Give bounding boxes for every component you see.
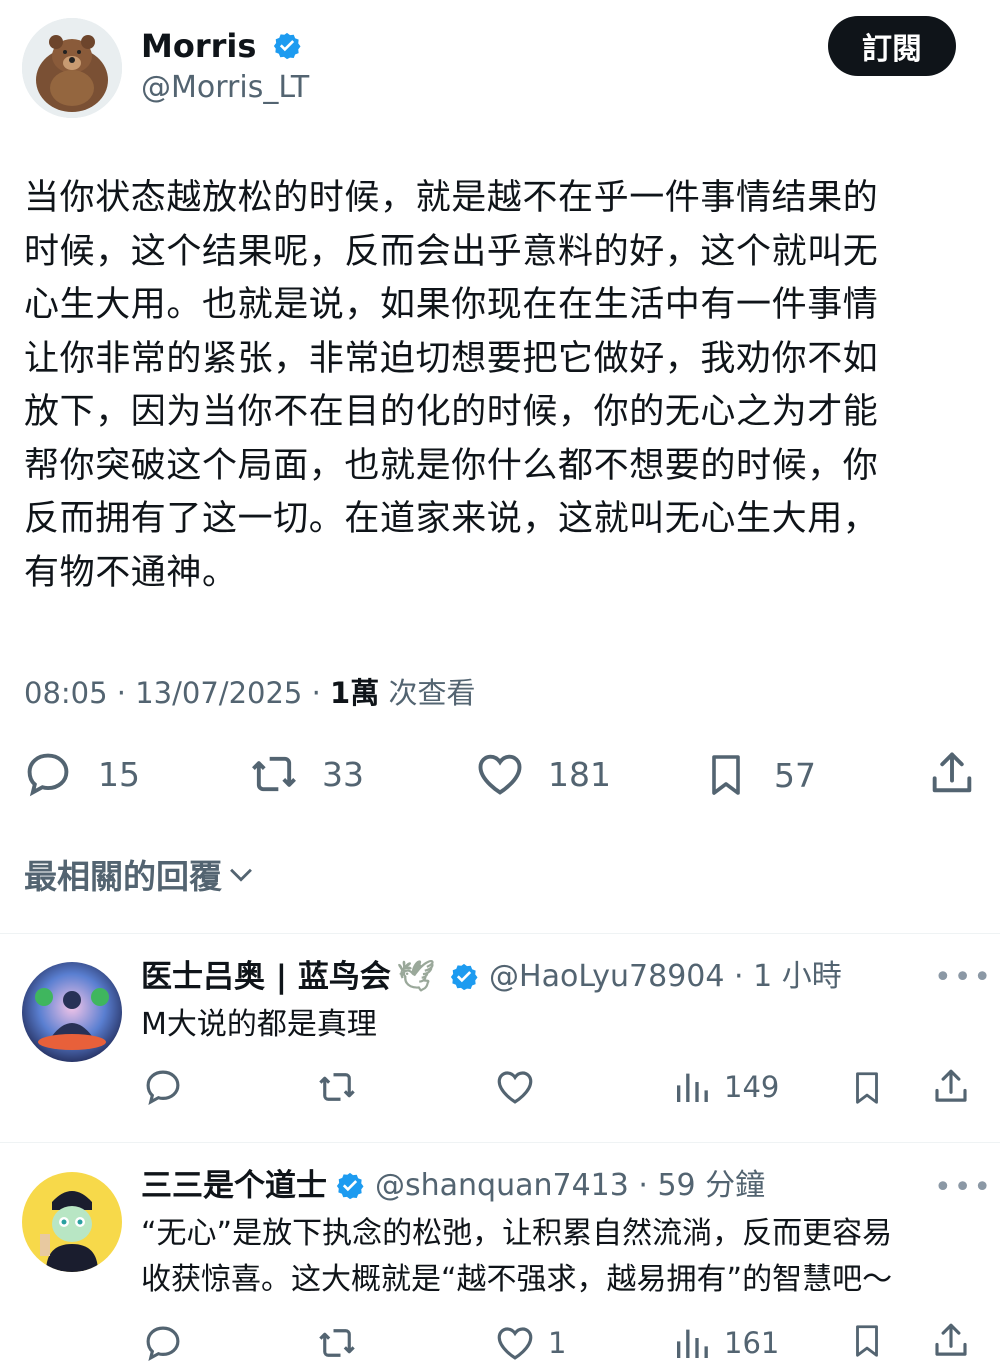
- repost-icon: [319, 1073, 355, 1101]
- post-time[interactable]: 08:05: [24, 676, 108, 710]
- reply-time[interactable]: 1 小時: [753, 957, 842, 997]
- bear-avatar-icon: [22, 18, 122, 118]
- bookmark-icon: [856, 1072, 878, 1104]
- post-meta: 08:05 · 13/07/2025 · 1萬 次查看: [24, 670, 475, 712]
- reply-text-line: “无心”是放下执念的松弛，让积累自然流淌，反而更容易: [141, 1216, 893, 1251]
- share-icon: [932, 752, 972, 793]
- share-icon: [935, 1069, 967, 1102]
- bookmark-icon: [856, 1325, 878, 1357]
- reply-text: “无心”是放下执念的松弛，让积累自然流淌，反而更容易 收获惊喜。这大概就是“越不…: [141, 1211, 991, 1303]
- reply-header: 三三是个道士 @shanquan7413 · 59 分鐘: [141, 1166, 765, 1206]
- taoist-cartoon-avatar-icon: [22, 1172, 122, 1272]
- more-options-icon[interactable]: •••: [934, 1170, 993, 1205]
- repost-icon: [319, 1329, 355, 1357]
- reply-views-button[interactable]: 161: [672, 1322, 779, 1364]
- like-count: 181: [548, 754, 611, 794]
- replies-filter-dropdown[interactable]: 最相關的回覆: [24, 850, 258, 898]
- bookmark-icon: [712, 755, 740, 795]
- post-line: 时候，这个结果呢，反而会出乎意料的好，这个就叫无: [24, 231, 879, 272]
- views-chart-icon: [677, 1073, 708, 1102]
- reply-count: 15: [98, 754, 140, 794]
- post-line: 反而拥有了这一切。在道家来说，这就叫无心生大用，: [24, 499, 879, 539]
- reply-bookmark-button[interactable]: [848, 1066, 886, 1110]
- reply-author-name[interactable]: 三三是个道士: [141, 1166, 327, 1206]
- meta-separator: ·: [628, 1168, 658, 1203]
- more-options-icon[interactable]: •••: [934, 960, 993, 995]
- meta-separator: ·: [116, 676, 136, 710]
- reply-like-button[interactable]: [494, 1066, 536, 1108]
- replies-filter-label: 最相關的回覆: [24, 857, 222, 896]
- reply-like-count: 1: [548, 1326, 567, 1360]
- post-line: 放下，因为当你不在目的化的时候，你的无心之为才能: [24, 392, 879, 432]
- reply-text: M大说的都是真理: [141, 1002, 377, 1048]
- chevron-down-icon: [230, 868, 252, 882]
- meta-separator: ·: [311, 676, 331, 710]
- bookmark-count: 57: [774, 755, 816, 795]
- divider: [0, 1142, 1000, 1143]
- reply-button[interactable]: 15: [22, 748, 140, 800]
- meditating-figure-avatar-icon: [22, 962, 122, 1062]
- reply-text-line: 收获惊喜。这大概就是“越不强求，越易拥有”的智慧吧～: [141, 1262, 893, 1297]
- reply-like-button[interactable]: 1: [494, 1322, 566, 1364]
- post-line: 让你非常的紧张，非常迫切想要把它做好，我劝你不如: [24, 338, 879, 379]
- reply-bubble-icon: [146, 1326, 180, 1361]
- post-line: 帮你突破这个局面，也就是你什么都不想要的时候，你: [24, 445, 879, 486]
- share-icon: [935, 1323, 967, 1356]
- like-button[interactable]: 181: [474, 748, 611, 800]
- reply-bubble-icon: [27, 753, 69, 797]
- reply-author-handle[interactable]: @shanquan7413: [375, 1166, 629, 1206]
- heart-icon: [478, 754, 522, 795]
- views-count: 1萬: [330, 676, 380, 710]
- reply-share-button[interactable]: [930, 1066, 972, 1108]
- bookmark-button[interactable]: 57: [702, 748, 816, 802]
- post-line: 有物不通神。: [24, 552, 238, 593]
- reply-views-count: 149: [724, 1070, 780, 1104]
- reply-share-button[interactable]: [930, 1320, 972, 1362]
- views-label: 次查看: [388, 676, 476, 710]
- reply-time[interactable]: 59 分鐘: [657, 1166, 765, 1206]
- repost-button[interactable]: 33: [246, 748, 364, 800]
- reply-views-count: 161: [724, 1326, 780, 1360]
- author-avatar[interactable]: [22, 18, 122, 118]
- author-handle[interactable]: @Morris_LT: [141, 68, 309, 108]
- verified-badge-icon: [336, 1172, 364, 1200]
- author-name[interactable]: Morris: [141, 26, 302, 66]
- post-line: 心生大用。也就是说，如果你现在在生活中有一件事情: [24, 285, 879, 325]
- repost-icon: [252, 756, 296, 792]
- verified-badge-icon: [273, 32, 301, 60]
- subscribe-button[interactable]: 訂閱: [828, 16, 956, 76]
- post-date[interactable]: 13/07/2025: [135, 676, 302, 710]
- reply-bookmark-button[interactable]: [848, 1320, 886, 1362]
- reply-header: 医士吕奥 | 蓝鸟会 🕊 @HaoLyu78904 · 1 小時: [141, 957, 842, 997]
- share-button[interactable]: [926, 748, 978, 800]
- post-text: 当你状态越放松的时候，就是越不在乎一件事情结果的 时候，这个结果呢，反而会出乎意…: [24, 172, 984, 600]
- dove-icon: 🕊: [396, 959, 436, 994]
- heart-icon: [497, 1327, 533, 1360]
- reply-author-handle[interactable]: @HaoLyu78904: [489, 957, 724, 997]
- heart-icon: [497, 1071, 533, 1104]
- verified-badge-icon: [450, 963, 478, 991]
- reply-bubble-icon: [146, 1070, 180, 1105]
- divider: [0, 933, 1000, 934]
- meta-separator: ·: [724, 959, 754, 994]
- reply-avatar[interactable]: [22, 962, 122, 1062]
- reply-repost-button[interactable]: [314, 1066, 360, 1108]
- reply-reply-button[interactable]: [142, 1322, 184, 1364]
- reply-avatar[interactable]: [22, 1172, 122, 1272]
- reply-author-name[interactable]: 医士吕奥 | 蓝鸟会: [141, 957, 391, 997]
- author-name-text[interactable]: Morris: [141, 27, 256, 65]
- views-chart-icon: [677, 1329, 708, 1358]
- reply-text-line: M大说的都是真理: [141, 1007, 377, 1042]
- reply-reply-button[interactable]: [142, 1066, 184, 1108]
- reply-repost-button[interactable]: [314, 1322, 360, 1364]
- repost-count: 33: [322, 754, 364, 794]
- reply-views-button[interactable]: 149: [672, 1066, 779, 1108]
- post-line: 当你状态越放松的时候，就是越不在乎一件事情结果的: [24, 178, 879, 218]
